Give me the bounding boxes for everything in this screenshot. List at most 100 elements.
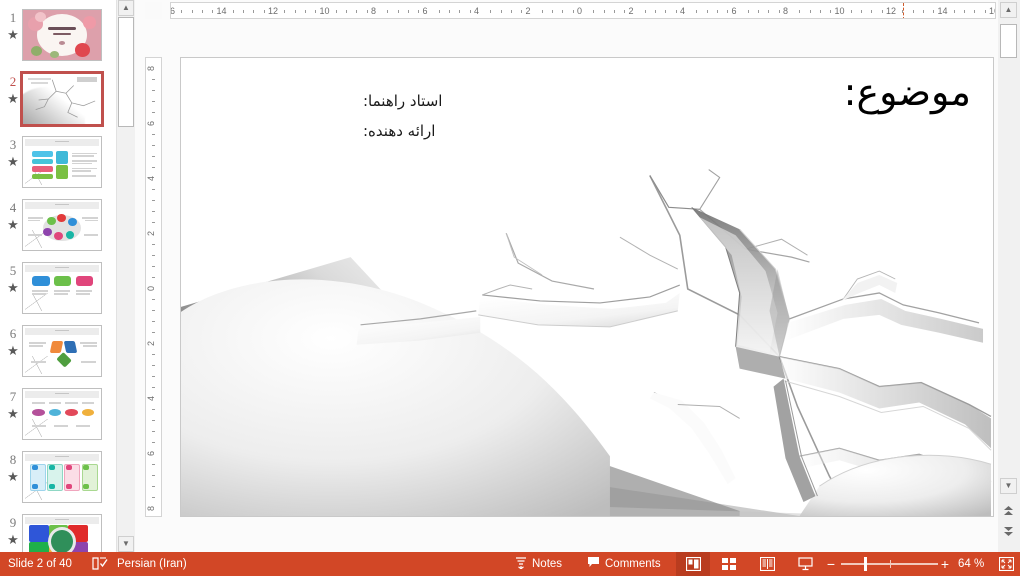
animation-star-icon: ★: [5, 92, 21, 106]
ruler-tick: [367, 10, 368, 13]
slide-sorter-icon: [722, 557, 737, 571]
thumbnail-scrollbar-thumb[interactable]: [118, 17, 134, 127]
ruler-tick: [152, 332, 155, 333]
thumbnail-number: 8: [4, 452, 22, 468]
ruler-tick: [152, 497, 155, 498]
vertical-ruler[interactable]: 864202468: [145, 57, 162, 517]
slide-show-button[interactable]: [788, 552, 822, 576]
ruler-tick: [233, 10, 234, 13]
thumbnail-slide-7[interactable]: 7 ★: [0, 387, 116, 449]
thumbnail-image[interactable]: [22, 325, 102, 377]
thumbnail-number: 9: [4, 515, 22, 531]
thumbnail-scroll-down-button[interactable]: ▼: [118, 536, 134, 552]
ruler-tick: [152, 167, 155, 168]
thumbnail-slide-4[interactable]: 4 ★: [0, 198, 116, 260]
ruler-tick: [152, 244, 155, 245]
ruler-tick: [933, 10, 934, 13]
thumbnail-slide-5[interactable]: 5 ★: [0, 261, 116, 323]
thumbnail-image[interactable]: [22, 136, 102, 188]
thumbnail-image[interactable]: [22, 388, 102, 440]
ruler-label: 6: [732, 7, 737, 16]
ruler-tick: [152, 277, 155, 278]
ruler-tick: [985, 10, 986, 13]
slide-title-text[interactable]: موضوع:: [844, 70, 971, 114]
fit-slide-button[interactable]: [996, 552, 1016, 576]
slide-scroll-down-button[interactable]: ▼: [1000, 478, 1017, 494]
ruler-tick: [624, 10, 625, 13]
spellcheck-icon[interactable]: [92, 552, 108, 576]
current-slide[interactable]: موضوع: استاد راهنما: ارائه دهنده:: [180, 57, 994, 517]
zoom-slider-handle[interactable]: [864, 557, 867, 571]
ruler-label: 10: [835, 7, 845, 16]
thumbnail-slide-3[interactable]: 3 ★: [0, 135, 116, 197]
ruler-label: 6: [147, 451, 156, 456]
slide-subtitle-advisor[interactable]: استاد راهنما:: [363, 92, 442, 110]
ruler-tick: [152, 431, 155, 432]
notes-button[interactable]: Notes: [508, 552, 569, 576]
thumbnail-scrollbar[interactable]: ▲ ▼: [116, 0, 135, 552]
thumbnail-slide-9[interactable]: 9 ★: [0, 513, 116, 552]
thumbnail-scroll-up-button[interactable]: ▲: [118, 0, 134, 16]
next-slide-button[interactable]: [1000, 524, 1017, 540]
ruler-tick: [181, 10, 182, 13]
comments-button[interactable]: Comments: [580, 552, 668, 576]
ruler-tick: [387, 10, 388, 13]
ruler-tick: [882, 10, 883, 13]
ruler-tick: [152, 90, 155, 91]
ruler-tick: [152, 299, 155, 300]
ruler-marker[interactable]: [903, 3, 904, 19]
slide-subtitle-presenter[interactable]: ارائه دهنده:: [363, 122, 435, 140]
thumbnail-slide-6[interactable]: 6 ★: [0, 324, 116, 386]
ruler-tick: [913, 10, 914, 13]
animation-star-icon: ★: [5, 218, 21, 232]
ruler-tick: [449, 10, 450, 13]
ruler-tick: [336, 10, 337, 13]
ruler-label: 4: [680, 7, 685, 16]
thumbnail-slide-8[interactable]: 8 ★: [0, 450, 116, 512]
slide-editing-area[interactable]: موضوع: استاد راهنما: ارائه دهنده:: [162, 20, 996, 552]
ruler-tick: [305, 10, 306, 13]
slide-scroll-up-button[interactable]: ▲: [1000, 2, 1017, 18]
thumbnail-slide-2[interactable]: 2 ★: [0, 72, 116, 134]
ruler-tick: [253, 10, 254, 13]
ruler-label: 8: [371, 7, 376, 16]
notes-icon: [515, 556, 527, 573]
thumbnail-art-floral: [23, 10, 101, 60]
thumbnail-image[interactable]: [22, 9, 102, 61]
ruler-tick: [152, 101, 155, 102]
slide-counter[interactable]: Slide 2 of 40: [8, 552, 72, 576]
ruler-tick: [152, 255, 155, 256]
horizontal-ruler[interactable]: 1614121086420246810121416: [170, 2, 996, 19]
ruler-tick: [604, 10, 605, 13]
ruler-label: 6: [147, 121, 156, 126]
ruler-tick: [152, 211, 155, 212]
language-indicator[interactable]: Persian (Iran): [117, 552, 187, 576]
ruler-tick: [152, 222, 155, 223]
thumbnail-slide-1[interactable]: 1 ★: [0, 8, 116, 70]
thumbnail-image[interactable]: [20, 71, 104, 127]
ruler-tick: [152, 266, 155, 267]
slide-sorter-view-button[interactable]: [712, 552, 746, 576]
previous-slide-button[interactable]: [1000, 503, 1017, 519]
ruler-tick: [490, 10, 491, 13]
reading-view-button[interactable]: [750, 552, 784, 576]
ruler-tick: [614, 10, 615, 13]
slide-scrollbar-thumb[interactable]: [1000, 24, 1017, 58]
thumbnail-art-crack: [23, 74, 101, 124]
thumbnail-image[interactable]: [22, 262, 102, 314]
slide-scrollbar[interactable]: ▲ ▼: [998, 0, 1020, 552]
normal-view-button[interactable]: [676, 552, 710, 576]
zoom-in-button[interactable]: +: [938, 552, 952, 576]
ruler-label: 8: [147, 506, 156, 511]
thumbnail-image[interactable]: [22, 451, 102, 503]
ruler-tick: [152, 79, 155, 80]
thumbnail-number: 4: [4, 200, 22, 216]
zoom-level-label[interactable]: 64 %: [958, 552, 984, 576]
ruler-tick: [470, 10, 471, 13]
zoom-out-button[interactable]: −: [824, 552, 838, 576]
thumbnail-image[interactable]: [22, 199, 102, 251]
slide-thumbnail-pane[interactable]: 1 ★ 2 ★: [0, 0, 116, 552]
thumbnail-image[interactable]: [22, 514, 102, 552]
ruler-label: 0: [577, 7, 582, 16]
ruler-tick: [676, 10, 677, 13]
